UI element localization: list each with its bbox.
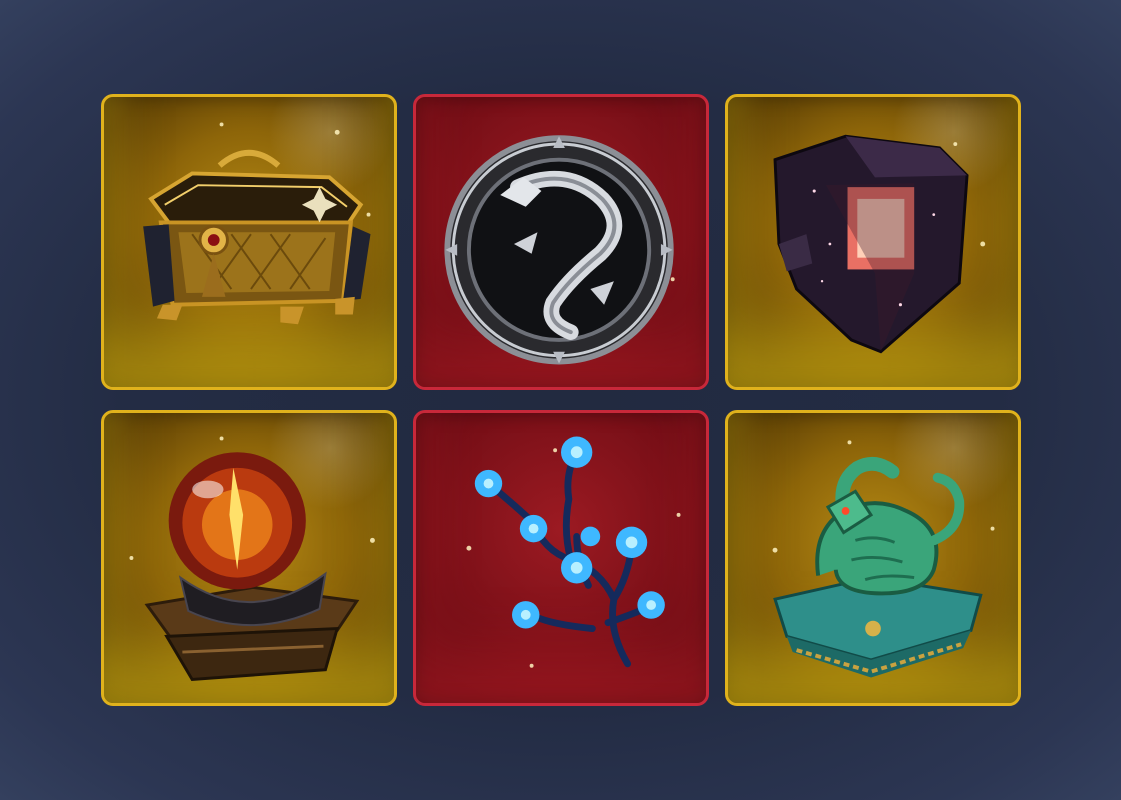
fire-orb-on-stand-icon (129, 436, 375, 682)
item-slot-treasure-chest[interactable] (101, 94, 397, 390)
item-grid (101, 94, 1021, 706)
blue-flame-tree-icon (466, 436, 681, 668)
item-slot-blue-flame-tree[interactable] (413, 410, 709, 706)
jade-dragon-statue-icon (772, 440, 995, 678)
item-slot-jade-dragon[interactable] (725, 410, 1021, 706)
dragon-emblem-coin-icon (444, 135, 675, 365)
item-slot-dark-crystal[interactable] (725, 94, 1021, 390)
dark-crystal-block-icon (773, 134, 986, 354)
item-slot-dragon-coin[interactable] (413, 94, 709, 390)
item-panel (0, 0, 1121, 800)
treasure-chest-icon (143, 122, 371, 325)
item-slot-fire-orb[interactable] (101, 410, 397, 706)
